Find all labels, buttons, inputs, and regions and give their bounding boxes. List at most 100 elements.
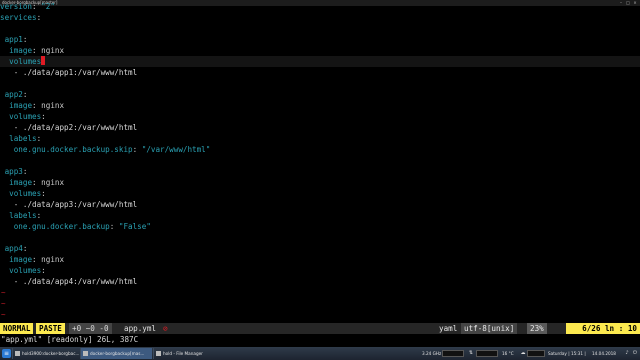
temperature: 16 °C (502, 351, 514, 356)
code-line[interactable]: labels: (0, 133, 41, 144)
yaml-key: version (0, 2, 33, 11)
editor-buffer[interactable]: version: "2" services: app1: image: nginx… (0, 0, 640, 323)
yaml-key: volumes (9, 57, 42, 66)
yaml-key: volumes (9, 266, 42, 275)
readonly-icon: ⊘ (163, 324, 168, 333)
code-line[interactable]: image: nginx (0, 45, 64, 56)
yaml-separator: : (22, 167, 28, 176)
volume-icon[interactable]: ♪ (624, 350, 630, 356)
code-line[interactable]: - ./data/app2:/var/www/html (0, 122, 137, 133)
cpu-graph (442, 350, 464, 357)
clock-full-date[interactable]: 14.04.2018 (592, 347, 616, 360)
code-line[interactable]: - ./data/app1:/var/www/html (0, 67, 137, 78)
network-graph (476, 350, 498, 357)
yaml-separator: : (22, 35, 28, 44)
taskbar: ≡ hold3900:docker-borgbac... docker-borg… (0, 347, 640, 360)
yaml-key: labels (9, 134, 37, 143)
yaml-value: "2" (41, 2, 55, 11)
yaml-value: "False" (118, 222, 151, 231)
yaml-separator: : (22, 90, 28, 99)
taskbar-item-file-manager[interactable]: hold - File Manager (153, 348, 215, 359)
code-line[interactable]: labels: (0, 210, 41, 221)
code-line[interactable]: volumes: (0, 265, 46, 276)
yaml-separator: : (32, 2, 42, 11)
code-line[interactable]: version: "2" (0, 1, 55, 12)
taskbar-item-label: hold - File Manager (163, 351, 203, 356)
yaml-value: nginx (41, 255, 65, 264)
terminal-icon (15, 351, 20, 356)
code-line[interactable]: one.gnu.docker.backup: "False" (0, 221, 151, 232)
code-line[interactable]: app2: (0, 89, 28, 100)
yaml-key: one.gnu.docker.backup (13, 222, 110, 231)
yaml-separator: : (41, 189, 46, 198)
taskbar-item-terminal[interactable]: hold3900:docker-borgbac... (12, 348, 80, 359)
yaml-key: image (9, 255, 33, 264)
yaml-key: image (9, 101, 33, 110)
taskbar-item-editor[interactable]: docker-borgbackup[mas... (80, 348, 152, 359)
yaml-separator: : (32, 46, 42, 55)
empty-line-marker: ~ (1, 310, 6, 319)
code-line[interactable]: volumes: (0, 188, 46, 199)
yaml-key: volumes (9, 189, 42, 198)
command-line[interactable]: "app.yml" [readonly] 26L, 387C (0, 334, 640, 347)
terminal-icon (83, 351, 88, 356)
code-line[interactable]: app1: (0, 34, 28, 45)
yaml-value: ./data/app1:/var/www/html (22, 68, 138, 77)
code-line[interactable]: image: nginx (0, 254, 64, 265)
code-line[interactable]: image: nginx (0, 100, 64, 111)
empty-line-marker: ~ (1, 288, 6, 297)
yaml-separator: - (13, 68, 23, 77)
taskbar-item-label: hold3900:docker-borgbac... (22, 351, 80, 356)
code-line[interactable]: app3: (0, 166, 28, 177)
code-line[interactable]: volumes (0, 56, 640, 67)
yaml-separator: - (13, 200, 23, 209)
yaml-separator: : (32, 178, 42, 187)
yaml-key: one.gnu.docker.backup.skip (13, 145, 133, 154)
yaml-value: nginx (41, 178, 65, 187)
folder-icon (156, 351, 161, 356)
code-line[interactable]: one.gnu.docker.backup.skip: "/var/www/ht… (0, 144, 211, 155)
yaml-separator: : (22, 244, 28, 253)
yaml-separator: - (13, 123, 23, 132)
memory-graph (527, 350, 545, 357)
code-line[interactable]: - ./data/app3:/var/www/html (0, 199, 137, 210)
clock-date[interactable]: Saturday | 15:31 | (548, 347, 586, 360)
yaml-separator: : (36, 134, 42, 143)
yaml-value: nginx (41, 101, 65, 110)
app-menu-icon[interactable]: ≡ (2, 349, 11, 358)
scroll-percent: 23% (527, 323, 547, 334)
yaml-key: services (0, 13, 37, 22)
git-diff-summary: +0 ~0 -0 (69, 323, 112, 334)
code-line[interactable]: services: (0, 12, 41, 23)
yaml-separator: : (36, 211, 42, 220)
code-line[interactable]: image: nginx (0, 177, 64, 188)
code-line[interactable]: - ./data/app4:/var/www/html (0, 276, 137, 287)
paste-indicator: PASTE (36, 323, 65, 334)
text-cursor (41, 56, 46, 65)
yaml-value: nginx (41, 46, 65, 55)
yaml-value: ./data/app2:/var/www/html (22, 123, 138, 132)
network-icon[interactable]: ⇅ (468, 350, 474, 356)
power-icon[interactable]: ⏻ (632, 350, 638, 356)
code-line[interactable]: volumes: (0, 111, 46, 122)
weather-icon[interactable]: ☁ (520, 350, 526, 356)
code-line[interactable]: app4: (0, 243, 28, 254)
taskbar-item-label: docker-borgbackup[mas... (90, 351, 145, 356)
cpu-frequency: 3.24 GHz (422, 351, 442, 356)
yaml-key: image (9, 178, 33, 187)
yaml-key: app4 (4, 244, 23, 253)
yaml-separator: : (32, 255, 42, 264)
file-encoding: utf-8[unix] (461, 323, 518, 334)
